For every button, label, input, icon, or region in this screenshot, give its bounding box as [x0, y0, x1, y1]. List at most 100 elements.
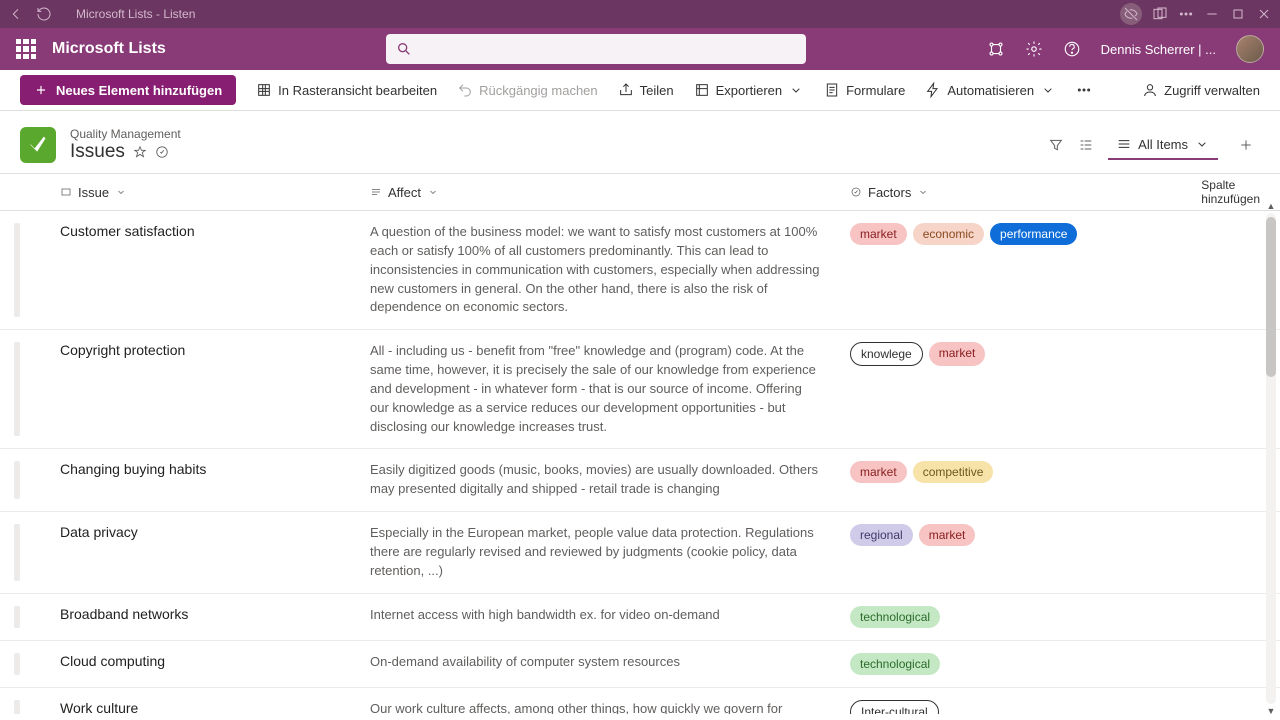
- refresh-icon[interactable]: [36, 6, 52, 22]
- cell-issue[interactable]: Customer satisfaction: [50, 223, 360, 317]
- tag-technological: technological: [850, 653, 940, 675]
- share-button[interactable]: Teilen: [618, 82, 674, 98]
- cell-affect[interactable]: Our work culture affects, among other th…: [360, 700, 840, 714]
- cell-affect[interactable]: Internet access with high bandwidth ex. …: [360, 606, 840, 628]
- overflow-button[interactable]: [1076, 82, 1092, 98]
- export-icon: [694, 82, 710, 98]
- maximize-icon[interactable]: [1230, 6, 1246, 22]
- cell-issue[interactable]: Cloud computing: [50, 653, 360, 675]
- manage-access-label: Zugriff verwalten: [1164, 83, 1260, 98]
- edit-grid-label: In Rasteransicht bearbeiten: [278, 83, 437, 98]
- tag-technological: technological: [850, 606, 940, 628]
- vertical-scrollbar[interactable]: ▲ ▼: [1266, 213, 1276, 704]
- row-handle[interactable]: [14, 700, 20, 714]
- more-icon[interactable]: [1178, 6, 1194, 22]
- app-launcher-icon[interactable]: [16, 39, 36, 59]
- manage-access-button[interactable]: Zugriff verwalten: [1142, 82, 1260, 98]
- row-handle[interactable]: [14, 223, 20, 317]
- minimize-icon[interactable]: [1204, 6, 1220, 22]
- table-row[interactable]: Copyright protectionAll - including us -…: [0, 330, 1280, 449]
- breadcrumb[interactable]: Quality Management: [70, 127, 181, 141]
- export-label: Exportieren: [716, 83, 782, 98]
- favorite-icon[interactable]: [133, 145, 147, 159]
- automate-icon: [925, 82, 941, 98]
- cell-affect[interactable]: All - including us - benefit from "free"…: [360, 342, 840, 436]
- column-header-affect[interactable]: Affect: [360, 185, 840, 200]
- tab-view-icon[interactable]: [1152, 6, 1168, 22]
- user-name-label[interactable]: Dennis Scherrer | ...: [1101, 42, 1216, 57]
- row-handle[interactable]: [14, 342, 20, 436]
- chevron-down-icon: [427, 186, 439, 198]
- group-icon[interactable]: [1078, 137, 1094, 153]
- cell-factors[interactable]: market competitive: [840, 461, 1100, 499]
- help-icon[interactable]: [1063, 40, 1081, 58]
- undo-button: Rückgängig machen: [457, 82, 598, 98]
- add-column-button[interactable]: Spalte hinzufügen: [1195, 178, 1260, 207]
- cell-issue[interactable]: Broadband networks: [50, 606, 360, 628]
- avatar[interactable]: [1236, 35, 1264, 63]
- cell-affect[interactable]: A question of the business model: we wan…: [360, 223, 840, 317]
- row-handle[interactable]: [14, 653, 20, 675]
- visibility-icon[interactable]: [1120, 3, 1142, 25]
- back-icon[interactable]: [8, 6, 24, 22]
- cell-affect[interactable]: On-demand availability of computer syste…: [360, 653, 840, 675]
- new-item-label: Neues Element hinzufügen: [56, 83, 222, 98]
- tag-Inter-cultural: Inter-cultural: [850, 700, 939, 714]
- data-grid: Issue Affect Factors Spalte hinzufügen C…: [0, 173, 1280, 714]
- search-input[interactable]: [386, 34, 806, 64]
- info-icon[interactable]: [155, 145, 169, 159]
- table-row[interactable]: Broadband networksInternet access with h…: [0, 594, 1280, 641]
- connections-icon[interactable]: [987, 40, 1005, 58]
- cell-factors[interactable]: technological: [840, 606, 1100, 628]
- edit-grid-button[interactable]: In Rasteransicht bearbeiten: [256, 82, 437, 98]
- row-handle[interactable]: [14, 524, 20, 581]
- automate-button[interactable]: Automatisieren: [925, 82, 1056, 98]
- cell-factors[interactable]: regionalmarket: [840, 524, 1100, 581]
- cell-factors[interactable]: knowlegemarket: [840, 342, 1100, 436]
- new-item-button[interactable]: Neues Element hinzufügen: [20, 75, 236, 105]
- cell-factors[interactable]: marketeconomicperformance: [840, 223, 1100, 317]
- add-view-button[interactable]: [1232, 131, 1260, 159]
- cell-issue[interactable]: Work culture: [50, 700, 360, 714]
- cell-factors[interactable]: technological: [840, 653, 1100, 675]
- share-label: Teilen: [640, 83, 674, 98]
- column-affect-label: Affect: [388, 185, 421, 200]
- cell-affect[interactable]: Especially in the European market, peopl…: [360, 524, 840, 581]
- brand-label: Microsoft Lists: [52, 40, 166, 58]
- list-icon: [1116, 136, 1132, 152]
- chevron-down-icon: [788, 82, 804, 98]
- view-selector[interactable]: All Items: [1108, 130, 1218, 160]
- forms-button[interactable]: Formulare: [824, 82, 905, 98]
- view-label: All Items: [1138, 137, 1188, 152]
- chevron-down-icon: [917, 186, 929, 198]
- table-row[interactable]: Customer satisfactionA question of the b…: [0, 211, 1280, 330]
- scrollbar-thumb[interactable]: [1266, 217, 1276, 377]
- tag-competitive: competitive: [913, 461, 994, 483]
- row-handle[interactable]: [14, 606, 20, 628]
- filter-icon[interactable]: [1048, 137, 1064, 153]
- tag-knowlege: knowlege: [850, 342, 923, 366]
- cell-issue[interactable]: Copyright protection: [50, 342, 360, 436]
- cell-factors[interactable]: Inter-cultural: [840, 700, 1100, 714]
- row-handle[interactable]: [14, 461, 20, 499]
- window-titlebar: Microsoft Lists - Listen: [0, 0, 1280, 28]
- cell-affect[interactable]: Easily digitized goods (music, books, mo…: [360, 461, 840, 499]
- tag-economic: economic: [913, 223, 984, 245]
- text-icon: [60, 186, 72, 198]
- settings-icon[interactable]: [1025, 40, 1043, 58]
- table-row[interactable]: Data privacyEspecially in the European m…: [0, 512, 1280, 594]
- column-header-factors[interactable]: Factors: [840, 185, 1100, 200]
- export-button[interactable]: Exportieren: [694, 82, 804, 98]
- table-row[interactable]: Cloud computingOn-demand availability of…: [0, 641, 1280, 688]
- chevron-down-icon: [1194, 136, 1210, 152]
- table-row[interactable]: Changing buying habitsEasily digitized g…: [0, 449, 1280, 512]
- automate-label: Automatisieren: [947, 83, 1034, 98]
- cell-issue[interactable]: Data privacy: [50, 524, 360, 581]
- tag-market: market: [850, 461, 907, 483]
- cell-issue[interactable]: Changing buying habits: [50, 461, 360, 499]
- column-header-issue[interactable]: Issue: [50, 185, 360, 200]
- column-issue-label: Issue: [78, 185, 109, 200]
- close-icon[interactable]: [1256, 6, 1272, 22]
- table-row[interactable]: Work cultureOur work culture affects, am…: [0, 688, 1280, 714]
- app-header: Microsoft Lists Dennis Scherrer | ...: [0, 28, 1280, 70]
